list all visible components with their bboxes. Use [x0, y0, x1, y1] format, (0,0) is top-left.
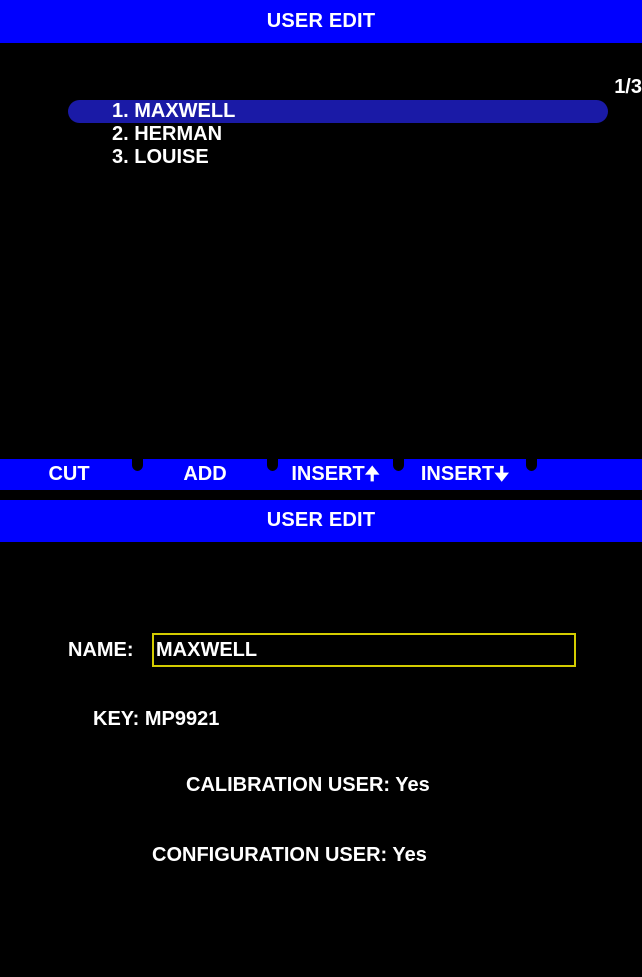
- add-softkey[interactable]: ADD: [137, 459, 273, 490]
- name-label: NAME:: [68, 639, 134, 661]
- name-input[interactable]: MAXWELL: [152, 633, 576, 667]
- calibration-user-label: CALIBRATION USER:: [186, 774, 391, 796]
- user-edit-screen: USER EDIT NAME: MAXWELL KEY: MP9921 CALI…: [0, 490, 642, 977]
- arrow-down-icon: 🠋: [494, 464, 510, 484]
- configuration-user-label: CONFIGURATION USER:: [152, 844, 388, 866]
- user-list-screen: USER EDIT 1/3 1. MAXWELL 2. HERMAN 3. LO…: [0, 0, 642, 490]
- calibration-user-row: CALIBRATION USER: Yes: [186, 774, 430, 797]
- key-value[interactable]: MP9921: [145, 708, 220, 730]
- insert-below-softkey-label: INSERT: [420, 463, 495, 485]
- user-list-item-herman[interactable]: 2. HERMAN: [68, 123, 608, 146]
- insert-above-softkey-label: INSERT: [291, 463, 365, 485]
- page-indicator: 1/3: [614, 76, 642, 98]
- user-list: 1. MAXWELL 2. HERMAN 3. LOUISE: [68, 100, 608, 169]
- arrow-up-icon: 🠉: [364, 464, 380, 484]
- softkey-bar: CUT ADD INSERT🠉 INSERT🠋: [0, 459, 642, 490]
- calibration-user-value[interactable]: Yes: [395, 774, 429, 796]
- empty-softkey[interactable]: [531, 459, 642, 490]
- cut-softkey-label: CUT: [48, 463, 90, 485]
- add-softkey-label: ADD: [183, 463, 227, 485]
- cut-softkey[interactable]: CUT: [0, 459, 138, 490]
- user-list-item-maxwell[interactable]: 1. MAXWELL: [68, 100, 608, 123]
- edit-screen-title: USER EDIT: [0, 500, 642, 542]
- name-row: NAME: MAXWELL: [68, 633, 576, 667]
- configuration-user-value[interactable]: Yes: [392, 844, 426, 866]
- user-list-item-louise[interactable]: 3. LOUISE: [68, 146, 608, 169]
- configuration-user-row: CONFIGURATION USER: Yes: [152, 844, 427, 867]
- insert-above-softkey[interactable]: INSERT🠉: [272, 459, 399, 490]
- list-screen-title: USER EDIT: [0, 0, 642, 43]
- insert-below-softkey[interactable]: INSERT🠋: [398, 459, 532, 490]
- key-label: KEY:: [93, 708, 140, 730]
- key-row: KEY: MP9921: [93, 708, 219, 731]
